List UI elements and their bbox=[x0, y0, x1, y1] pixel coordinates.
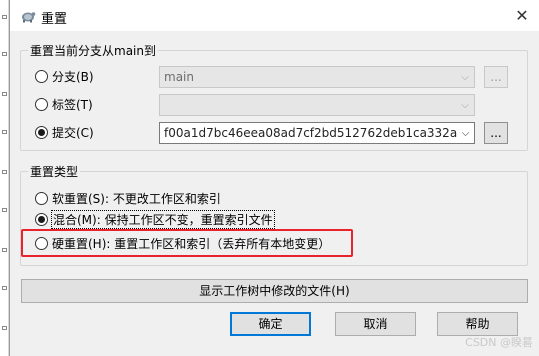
commit-hash-input[interactable]: f00a1d7bc46eea08ad7cf2bd512762deb1ca332a… bbox=[159, 122, 475, 144]
strip-marker bbox=[2, 286, 7, 290]
radio-indicator[interactable] bbox=[35, 98, 48, 111]
branch-select-value: main bbox=[164, 70, 194, 84]
radio-branch[interactable]: 分支(B) bbox=[35, 68, 94, 85]
help-button[interactable]: 帮助 bbox=[437, 312, 518, 336]
ok-button[interactable]: 确定 bbox=[230, 312, 311, 336]
radio-branch-label: 分支(B) bbox=[52, 70, 94, 84]
radio-soft-reset-label: 软重置(S): 不更改工作区和索引 bbox=[52, 192, 221, 206]
strip-marker bbox=[2, 52, 7, 56]
radio-indicator[interactable] bbox=[35, 213, 48, 226]
browse-branch-button[interactable]: ... bbox=[484, 66, 508, 88]
strip-marker bbox=[2, 326, 7, 330]
radio-indicator[interactable] bbox=[35, 192, 48, 205]
radio-tag-label: 标签(T) bbox=[52, 98, 93, 112]
radio-commit[interactable]: 提交(C) bbox=[35, 124, 94, 141]
background-window-strip bbox=[0, 0, 9, 356]
browse-commit-button[interactable]: ... bbox=[484, 122, 508, 144]
radio-tag[interactable]: 标签(T) bbox=[35, 96, 93, 113]
chevron-down-icon: ⌵ bbox=[461, 99, 469, 111]
reset-dialog: 重置 ✕ 重置当前分支从main到 分支(B) main ⌵ ... 标签(T)… bbox=[9, 0, 539, 356]
strip-marker bbox=[2, 130, 7, 134]
commit-hash-value: f00a1d7bc46eea08ad7cf2bd512762deb1ca332a bbox=[164, 126, 458, 140]
radio-indicator[interactable] bbox=[35, 70, 48, 83]
watermark-text: CSDN @睽晷 bbox=[465, 336, 533, 349]
dialog-title: 重置 bbox=[41, 12, 68, 27]
title-bar: 重置 ✕ bbox=[10, 0, 539, 31]
chevron-down-icon: ⌵ bbox=[461, 71, 469, 83]
strip-marker bbox=[2, 208, 7, 212]
radio-commit-label: 提交(C) bbox=[52, 126, 94, 140]
radio-indicator[interactable] bbox=[35, 126, 48, 139]
reset-target-legend: 重置当前分支从main到 bbox=[28, 42, 158, 59]
tag-select[interactable]: ⌵ bbox=[159, 94, 475, 116]
close-button[interactable]: ✕ bbox=[504, 0, 539, 31]
radio-mixed-reset-label: 混合(M): 保持工作区不变，重置索引文件 bbox=[51, 210, 275, 229]
chevron-down-icon: ⌵ bbox=[461, 127, 470, 139]
radio-mixed-reset[interactable]: 混合(M): 保持工作区不变，重置索引文件 bbox=[35, 210, 275, 229]
annotation-highlight-box bbox=[21, 229, 353, 257]
close-icon: ✕ bbox=[515, 6, 529, 25]
show-modified-files-button[interactable]: 显示工作树中修改的文件(H) bbox=[21, 279, 528, 303]
strip-marker bbox=[2, 248, 7, 252]
radio-soft-reset[interactable]: 软重置(S): 不更改工作区和索引 bbox=[35, 190, 221, 207]
reset-type-legend: 重置类型 bbox=[28, 163, 81, 180]
branch-select[interactable]: main ⌵ bbox=[159, 66, 475, 88]
cancel-button[interactable]: 取消 bbox=[335, 312, 416, 336]
strip-marker bbox=[2, 15, 7, 19]
strip-marker bbox=[2, 92, 7, 96]
tortoise-git-icon bbox=[22, 12, 36, 23]
strip-marker bbox=[2, 170, 7, 174]
